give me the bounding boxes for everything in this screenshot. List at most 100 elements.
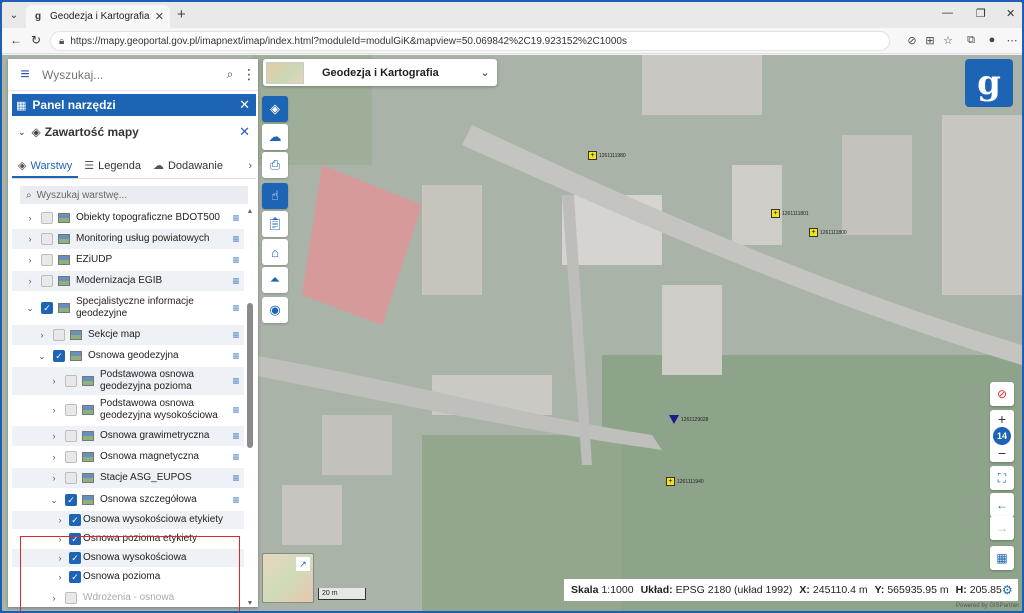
layer-checkbox[interactable]: ✓ xyxy=(69,533,81,545)
measure-tool-button[interactable]: ⏶ xyxy=(262,267,288,293)
chevron-right-icon[interactable]: › xyxy=(36,330,48,340)
layer-checkbox[interactable]: ✓ xyxy=(69,514,81,526)
layer-menu-icon[interactable]: ≡ xyxy=(228,301,244,315)
geoportal-logo[interactable]: g xyxy=(965,59,1013,107)
layer-menu-icon[interactable]: ≡ xyxy=(228,471,244,485)
layer-row[interactable]: › Stacje ASG_EUPOS ≡ xyxy=(12,468,244,488)
search-input[interactable] xyxy=(42,67,220,82)
more-menu-icon[interactable]: ⋯ xyxy=(1005,34,1019,47)
tab-adding[interactable]: ☁ Dodawanie xyxy=(147,159,229,178)
layer-checkbox[interactable]: ✓ xyxy=(69,552,81,564)
tabs-scroll-right-icon[interactable]: › xyxy=(244,160,256,178)
search-icon[interactable]: ⌕ xyxy=(220,67,240,82)
overview-map[interactable]: ↗ xyxy=(262,553,314,603)
chevron-right-icon[interactable]: › xyxy=(54,534,66,544)
chevron-right-icon[interactable]: › xyxy=(48,431,60,441)
layer-row[interactable]: › Modernizacja EGIB ≡ xyxy=(12,271,244,291)
collections-icon[interactable]: ⧉ xyxy=(964,34,978,47)
back-icon[interactable]: ← xyxy=(8,33,24,47)
zoom-in-button[interactable]: + xyxy=(990,411,1014,427)
new-tab-icon[interactable]: + xyxy=(177,7,186,22)
identify-tool-button[interactable]: ☝ xyxy=(262,183,288,209)
chevron-down-icon[interactable]: ⌄ xyxy=(36,351,48,362)
scroll-up-icon[interactable]: ▲ xyxy=(246,208,254,215)
chevron-right-icon[interactable]: › xyxy=(24,276,36,286)
layer-checkbox[interactable]: ✓ xyxy=(53,350,65,362)
layer-row[interactable]: › EZiUDP ≡ xyxy=(12,250,244,270)
layer-checkbox[interactable] xyxy=(65,472,77,484)
layer-row[interactable]: › ✓ Osnowa wysokościowa etykiety xyxy=(12,511,244,529)
gear-icon[interactable]: ⚙ xyxy=(1002,583,1013,597)
profile-avatar-icon[interactable]: ● xyxy=(985,34,999,46)
expand-overview-icon[interactable]: ↗ xyxy=(296,557,310,571)
layer-row[interactable]: › Podstawowa osnowa geodezyjna wysokości… xyxy=(12,396,244,424)
layer-checkbox[interactable] xyxy=(65,592,77,604)
layer-menu-icon[interactable]: ≡ xyxy=(228,429,244,443)
layer-group-row[interactable]: ⌄ ✓ Specjalistyczne informacje geodezyjn… xyxy=(12,293,244,323)
layer-checkbox[interactable] xyxy=(65,404,77,416)
layer-row[interactable]: › Podstawowa osnowa geodezyjna pozioma ≡ xyxy=(12,367,244,395)
layer-row[interactable]: › Monitoring usług powiatowych ≡ xyxy=(12,229,244,249)
layer-menu-icon[interactable]: ≡ xyxy=(228,211,244,225)
scrollbar-thumb[interactable] xyxy=(247,303,253,448)
screenshot-tool-button[interactable]: ◉ xyxy=(262,297,288,323)
layer-checkbox[interactable] xyxy=(65,375,77,387)
layer-checkbox[interactable] xyxy=(41,212,53,224)
address-bar[interactable]: 🔒︎ https://mapy.geoportal.gov.pl/imapnex… xyxy=(50,31,890,51)
tab-layers[interactable]: ◈ Warstwy xyxy=(12,159,79,178)
zoom-out-button[interactable]: − xyxy=(990,445,1014,461)
layer-menu-icon[interactable]: ≡ xyxy=(228,374,244,388)
chevron-right-icon[interactable]: › xyxy=(24,255,36,265)
layer-group-row[interactable]: ⌄ ✓ Osnowa geodezyjna ≡ xyxy=(12,346,244,366)
layer-checkbox[interactable] xyxy=(65,451,77,463)
layer-checkbox[interactable] xyxy=(53,329,65,341)
close-map-content-icon[interactable]: ✕ xyxy=(239,124,250,140)
full-extent-button[interactable]: ⛶ xyxy=(990,466,1014,490)
layer-checkbox[interactable] xyxy=(41,275,53,287)
map-content-header[interactable]: ⌄ ◈ Zawartość mapy ✕ xyxy=(12,120,256,144)
basemap-switch-button[interactable]: ▦ xyxy=(990,546,1014,570)
layer-row[interactable]: › Obiekty topograficzne BDOT500 ≡ xyxy=(12,208,244,228)
chevron-right-icon[interactable]: › xyxy=(54,572,66,582)
clipboard-tool-button[interactable]: 📋︎ xyxy=(262,211,288,237)
chevron-right-icon[interactable]: › xyxy=(48,473,60,483)
layer-row[interactable]: › ✓ Osnowa pozioma etykiety xyxy=(12,530,244,548)
chevron-right-icon[interactable]: › xyxy=(24,213,36,223)
layer-group-row[interactable]: ⌄ ✓ Osnowa szczegółowa ≡ xyxy=(12,490,244,510)
close-window-icon[interactable]: ✕ xyxy=(1006,7,1015,20)
star-icon[interactable]: ☆ xyxy=(941,34,955,47)
control-point-marker[interactable]: + 1261111980 xyxy=(588,151,626,160)
previous-view-button[interactable]: ← xyxy=(990,493,1014,517)
control-point-marker[interactable]: 1261129028 xyxy=(669,415,708,424)
close-tool-panel-icon[interactable]: ✕ xyxy=(239,97,250,113)
layer-row[interactable]: › Sekcje map ≡ xyxy=(12,325,244,345)
extensions-icon[interactable]: ⊞ xyxy=(923,34,937,47)
layer-row[interactable]: › Osnowa grawimetryczna ≡ xyxy=(12,426,244,446)
control-point-marker[interactable]: + 1261111940 xyxy=(666,477,704,486)
layer-row[interactable]: › ✓ Osnowa pozioma xyxy=(12,568,244,586)
layer-menu-icon[interactable]: ≡ xyxy=(228,232,244,246)
chevron-right-icon[interactable]: › xyxy=(54,553,66,563)
layer-checkbox[interactable]: ✓ xyxy=(41,302,53,314)
clear-selection-button[interactable]: ⊘ xyxy=(990,382,1014,406)
tab-legend[interactable]: ☰ Legenda xyxy=(78,159,147,178)
layers-tool-button[interactable]: ◈ xyxy=(262,96,288,122)
more-options-icon[interactable]: ⋮ xyxy=(240,66,258,83)
chevron-right-icon[interactable]: › xyxy=(48,593,60,603)
layer-row[interactable]: › Wdrożenia - osnowa xyxy=(12,589,244,607)
chevron-right-icon[interactable]: › xyxy=(24,234,36,244)
restore-icon[interactable]: ❐ xyxy=(976,7,986,20)
layer-checkbox[interactable] xyxy=(65,430,77,442)
layer-checkbox[interactable]: ✓ xyxy=(69,571,81,583)
layer-search-field[interactable]: ⌕ Wyszukaj warstwę... xyxy=(20,186,248,204)
cloud-tool-button[interactable]: ☁ xyxy=(262,124,288,150)
chevron-right-icon[interactable]: › xyxy=(48,405,60,415)
reload-icon[interactable]: ↻ xyxy=(28,33,44,47)
layer-row[interactable]: › ✓ Osnowa wysokościowa xyxy=(12,549,244,567)
hamburger-menu-icon[interactable]: ≡ xyxy=(8,66,42,84)
chevron-right-icon[interactable]: › xyxy=(48,452,60,462)
minimize-icon[interactable]: — xyxy=(942,7,953,19)
chevron-down-icon[interactable]: ⌄ xyxy=(48,495,60,506)
layer-menu-icon[interactable]: ≡ xyxy=(228,328,244,342)
control-point-marker[interactable]: + 1261111800 xyxy=(809,228,847,237)
